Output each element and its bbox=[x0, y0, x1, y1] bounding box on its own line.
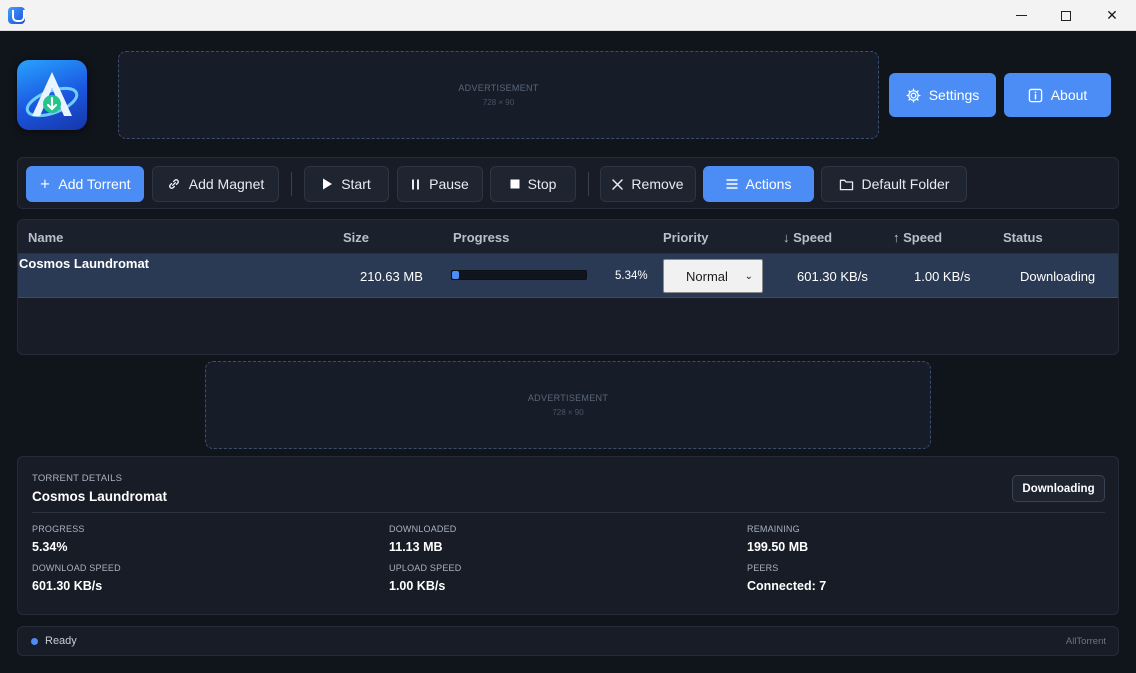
close-icon: ✕ bbox=[1106, 7, 1118, 24]
app-icon bbox=[8, 7, 25, 24]
torrent-progress-text: 5.34% bbox=[615, 270, 648, 282]
stop-button[interactable]: Stop bbox=[490, 166, 576, 202]
torrent-name: Cosmos Laundromat bbox=[19, 256, 150, 271]
status-dot-icon bbox=[31, 638, 38, 645]
stop-label: Stop bbox=[527, 176, 557, 192]
torrent-details-panel: TORRENT DETAILS Cosmos Laundromat Downlo… bbox=[17, 456, 1119, 615]
stop-icon bbox=[510, 179, 520, 189]
priority-value: Normal bbox=[686, 268, 728, 284]
toolbar: + Add Torrent Add Magnet Start Pause Sto… bbox=[17, 157, 1119, 209]
minimize-icon bbox=[1015, 15, 1027, 16]
column-header-priority[interactable]: Priority bbox=[663, 230, 709, 245]
remove-label: Remove bbox=[631, 176, 684, 192]
upload-speed-label: UPLOAD SPEED bbox=[389, 563, 462, 573]
menu-icon bbox=[725, 179, 738, 189]
column-header-up-speed[interactable]: ↑ Speed bbox=[893, 230, 942, 245]
downloaded-value: 11.13 MB bbox=[389, 540, 443, 554]
window-titlebar: ✕ bbox=[0, 0, 1136, 31]
downloaded-label: DOWNLOADED bbox=[389, 524, 457, 534]
add-torrent-label: Add Torrent bbox=[58, 176, 131, 192]
column-header-size[interactable]: Size bbox=[343, 230, 369, 245]
status-text: Ready bbox=[45, 635, 77, 647]
folder-icon bbox=[839, 179, 853, 190]
details-caption: TORRENT DETAILS bbox=[32, 473, 123, 484]
status-bar: Ready AllTorrent bbox=[17, 626, 1119, 656]
remaining-label: REMAINING bbox=[747, 524, 800, 534]
default-folder-label: Default Folder bbox=[861, 176, 950, 192]
remaining-value: 199.50 MB bbox=[747, 540, 809, 554]
play-icon bbox=[323, 178, 333, 190]
x-icon bbox=[612, 178, 624, 190]
info-icon bbox=[1028, 88, 1042, 102]
close-button[interactable]: ✕ bbox=[1089, 0, 1135, 31]
advertisement-top[interactable]: ADVERTISEMENT 728 × 90 bbox=[118, 51, 879, 139]
add-magnet-button[interactable]: Add Magnet bbox=[152, 166, 279, 202]
default-folder-button[interactable]: Default Folder bbox=[821, 166, 967, 202]
table-row[interactable]: Cosmos Laundromat 210.63 MB 5.34% Normal… bbox=[18, 254, 1118, 298]
table-header: Name Size Progress Priority ↓ Speed ↑ Sp… bbox=[18, 220, 1118, 254]
peers-label: PEERS bbox=[747, 563, 779, 573]
maximize-button[interactable] bbox=[1043, 0, 1089, 31]
ad-label: ADVERTISEMENT bbox=[458, 83, 539, 93]
actions-button[interactable]: Actions bbox=[703, 166, 814, 202]
column-header-status[interactable]: Status bbox=[1003, 230, 1043, 245]
column-header-progress[interactable]: Progress bbox=[453, 230, 509, 245]
toolbar-divider bbox=[291, 172, 292, 196]
settings-button[interactable]: Settings bbox=[889, 73, 996, 117]
column-header-down-speed[interactable]: ↓ Speed bbox=[783, 230, 832, 245]
actions-label: Actions bbox=[745, 176, 792, 192]
toolbar-divider bbox=[588, 172, 589, 196]
ad-size: 728 × 90 bbox=[552, 408, 584, 417]
ad-size: 728 × 90 bbox=[482, 98, 515, 107]
gear-icon bbox=[906, 87, 921, 103]
add-torrent-button[interactable]: + Add Torrent bbox=[26, 166, 144, 202]
settings-label: Settings bbox=[928, 87, 980, 103]
torrent-up-speed: 1.00 KB/s bbox=[914, 269, 971, 284]
advertisement-middle[interactable]: ADVERTISEMENT 728 × 90 bbox=[205, 361, 931, 449]
brand-label: AllTorrent bbox=[1065, 636, 1106, 647]
peers-value: Connected: 7 bbox=[747, 579, 827, 593]
priority-select[interactable]: Normal ⌄ bbox=[663, 259, 763, 293]
download-speed-value: 601.30 KB/s bbox=[32, 579, 103, 593]
torrent-progress-fill bbox=[452, 271, 460, 279]
details-status-badge[interactable]: Downloading bbox=[1012, 475, 1105, 502]
details-torrent-name: Cosmos Laundromat bbox=[32, 489, 168, 504]
link-icon bbox=[168, 179, 179, 189]
torrent-down-speed: 601.30 KB/s bbox=[797, 269, 868, 284]
pause-label: Pause bbox=[429, 176, 469, 192]
start-button[interactable]: Start bbox=[304, 166, 389, 202]
progress-value: 5.34% bbox=[32, 540, 68, 554]
torrent-status: Downloading bbox=[1020, 269, 1096, 284]
start-label: Start bbox=[341, 176, 371, 192]
minimize-button[interactable] bbox=[998, 0, 1044, 31]
progress-label: PROGRESS bbox=[32, 524, 85, 534]
details-divider bbox=[32, 512, 1105, 513]
plus-icon: + bbox=[39, 176, 51, 192]
upload-speed-value: 1.00 KB/s bbox=[389, 579, 446, 593]
pause-button[interactable]: Pause bbox=[397, 166, 483, 202]
column-header-name[interactable]: Name bbox=[28, 230, 63, 245]
ad-label: ADVERTISEMENT bbox=[527, 393, 609, 403]
pause-icon bbox=[412, 179, 420, 189]
app-logo bbox=[17, 60, 87, 130]
download-speed-label: DOWNLOAD SPEED bbox=[32, 563, 121, 573]
torrent-size: 210.63 MB bbox=[360, 269, 423, 284]
chevron-down-icon: ⌄ bbox=[744, 270, 753, 282]
about-button[interactable]: About bbox=[1004, 73, 1111, 117]
torrent-progress-bar bbox=[451, 270, 587, 280]
maximize-icon bbox=[1061, 10, 1071, 21]
torrent-table: Name Size Progress Priority ↓ Speed ↑ Sp… bbox=[17, 219, 1119, 355]
add-magnet-label: Add Magnet bbox=[188, 176, 265, 192]
about-label: About bbox=[1050, 87, 1088, 103]
alltorrent-logo-icon bbox=[25, 72, 79, 118]
remove-button[interactable]: Remove bbox=[600, 166, 696, 202]
